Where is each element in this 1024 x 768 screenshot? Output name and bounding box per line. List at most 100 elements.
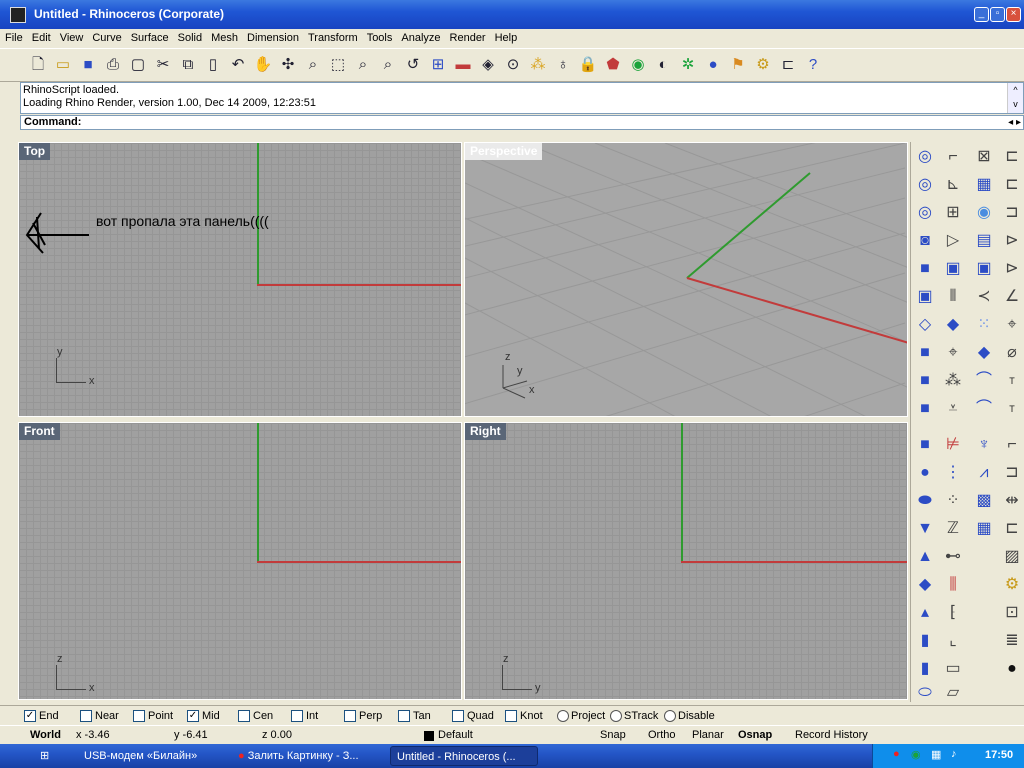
checkbox[interactable] bbox=[398, 710, 410, 723]
checkbox[interactable] bbox=[452, 710, 464, 723]
select-icon[interactable]: ⊙ bbox=[502, 54, 524, 76]
task-opera[interactable]: ● Залить Картинку - З... bbox=[232, 746, 384, 766]
undo-icon[interactable]: ↶ bbox=[227, 54, 249, 76]
leader-icon[interactable]: ⌐ bbox=[1001, 434, 1023, 456]
array-icon[interactable]: ⋮ bbox=[942, 462, 964, 484]
revolve-icon[interactable]: ♆ bbox=[973, 434, 995, 456]
start-icon[interactable]: ⊞ bbox=[40, 749, 56, 763]
menu-mesh[interactable]: Mesh bbox=[206, 29, 242, 44]
arc2-icon[interactable]: ⌒ bbox=[973, 398, 995, 420]
points-icon[interactable]: ⁂ bbox=[527, 54, 549, 76]
layout-icon[interactable]: ⊏ bbox=[777, 54, 799, 76]
sphere-tool-icon[interactable]: ◎ bbox=[914, 146, 936, 168]
cube-icon[interactable]: ■ bbox=[914, 258, 936, 280]
viewport-title-front[interactable]: Front bbox=[19, 423, 60, 440]
menu-file[interactable]: File bbox=[0, 29, 27, 44]
maximize-button[interactable]: ▫ bbox=[990, 7, 1005, 22]
task-rhino[interactable]: Untitled - Rhinoceros (... bbox=[390, 746, 538, 766]
boolean-diff-icon[interactable]: ◎ bbox=[914, 202, 936, 224]
osnap-point[interactable]: Point bbox=[133, 710, 173, 724]
status-layer[interactable]: Default bbox=[438, 729, 473, 741]
shell-icon[interactable]: ▣ bbox=[973, 258, 995, 280]
cut-icon[interactable]: ✂ bbox=[152, 54, 174, 76]
curve-network-icon[interactable]: ≺ bbox=[973, 286, 995, 308]
text-icon[interactable]: T bbox=[1001, 370, 1023, 392]
save-icon[interactable]: ■ bbox=[77, 54, 99, 76]
extrude-icon[interactable]: ▣ bbox=[914, 286, 936, 308]
render-shaded-icon[interactable]: ◈ bbox=[477, 54, 499, 76]
flag-icon[interactable]: ⚑ bbox=[727, 54, 749, 76]
sweep-icon[interactable]: ⁙ bbox=[973, 314, 995, 336]
menu-edit[interactable]: Edit bbox=[27, 29, 55, 44]
osnap-disable[interactable]: Disable bbox=[664, 710, 715, 724]
bracket2-icon[interactable]: ⊏ bbox=[1001, 174, 1023, 196]
checkbox[interactable] bbox=[291, 710, 303, 723]
cube-outline-icon[interactable]: ⊡ bbox=[1001, 602, 1023, 624]
car-icon[interactable]: ▬ bbox=[452, 54, 474, 76]
tray-icon[interactable]: ▦ bbox=[931, 748, 941, 761]
circle-icon[interactable]: ◐ bbox=[652, 54, 674, 76]
sphere-solid-icon[interactable]: ● bbox=[914, 462, 936, 484]
menu-render[interactable]: Render bbox=[445, 29, 490, 44]
checkbox[interactable] bbox=[80, 710, 92, 723]
osnap-perp[interactable]: Perp bbox=[344, 710, 382, 724]
menu-curve[interactable]: Curve bbox=[87, 29, 125, 44]
solid-fill-icon[interactable]: ▣ bbox=[942, 258, 964, 280]
status-planar[interactable]: Planar bbox=[692, 729, 724, 741]
history-scrollbar[interactable]: ^ v bbox=[1007, 83, 1023, 113]
pyramid-icon[interactable]: ◆ bbox=[914, 574, 936, 596]
sphere-icon[interactable]: ● bbox=[702, 54, 724, 76]
checkbox[interactable] bbox=[133, 710, 145, 723]
viewport-front[interactable]: Front z x bbox=[18, 422, 462, 700]
properties-icon[interactable]: ▢ bbox=[127, 54, 149, 76]
osnap-near[interactable]: Near bbox=[80, 710, 119, 724]
torus-icon[interactable]: ⬭ bbox=[914, 682, 936, 704]
viewport-right[interactable]: Right z y bbox=[464, 422, 908, 700]
menu-tools[interactable]: Tools bbox=[362, 29, 397, 44]
checkbox[interactable]: ✓ bbox=[24, 710, 36, 723]
surface-icon[interactable]: ▦ bbox=[973, 174, 995, 196]
diamond-icon[interactable]: ◆ bbox=[942, 314, 964, 336]
viewport-perspective[interactable]: Perspective z y x bbox=[464, 142, 908, 417]
curve-tool-icon[interactable]: ⌐ bbox=[942, 146, 964, 168]
zoom-selected-icon[interactable]: ⌕ bbox=[377, 54, 399, 76]
status-world[interactable]: World bbox=[30, 729, 61, 741]
opera-tray-icon[interactable]: ● bbox=[893, 748, 900, 760]
layers-icon[interactable]: ◇ bbox=[914, 314, 936, 336]
paste-icon[interactable]: ▯ bbox=[202, 54, 224, 76]
settings-gear-icon[interactable]: ⚙ bbox=[752, 54, 774, 76]
layout2-icon[interactable]: ⊏ bbox=[1001, 146, 1023, 168]
status-osnap[interactable]: Osnap bbox=[738, 729, 772, 741]
hatch-icon[interactable]: ▨ bbox=[1001, 546, 1023, 568]
radius-icon[interactable]: ⌖ bbox=[1001, 314, 1023, 336]
copy-icon[interactable]: ⧉ bbox=[177, 54, 199, 76]
checkbox[interactable] bbox=[238, 710, 250, 723]
osnap-int[interactable]: Int bbox=[291, 710, 318, 724]
scatter-icon[interactable]: ⁘ bbox=[942, 490, 964, 512]
boolean-union-icon[interactable]: ◎ bbox=[914, 174, 936, 196]
orient-icon[interactable]: ⫼ bbox=[942, 574, 964, 596]
angle-icon[interactable]: ⊳ bbox=[1001, 230, 1023, 252]
gumball-icon[interactable]: ⩡ bbox=[942, 398, 964, 420]
osnap-knot[interactable]: Knot bbox=[505, 710, 543, 724]
print-icon[interactable]: ⎙ bbox=[102, 54, 124, 76]
osnap-project[interactable]: Project bbox=[557, 710, 605, 724]
scale-icon[interactable]: ℤ bbox=[942, 518, 964, 540]
command-line[interactable]: Command: ◂ ▸ bbox=[20, 115, 1024, 130]
shield-icon[interactable]: ⬟ bbox=[602, 54, 624, 76]
mirror-icon[interactable]: ⫴ bbox=[942, 286, 964, 308]
leader2-icon[interactable]: ⊐ bbox=[1001, 462, 1023, 484]
blend-icon[interactable]: ⌞ bbox=[942, 630, 964, 652]
osnap-quad[interactable]: Quad bbox=[452, 710, 494, 724]
osnap-strack[interactable]: STrack bbox=[610, 710, 658, 724]
pipe-icon[interactable]: ⊷ bbox=[942, 546, 964, 568]
box-icon[interactable]: ■ bbox=[914, 342, 936, 364]
checkbox[interactable] bbox=[505, 710, 517, 723]
help-icon[interactable]: ? bbox=[802, 54, 824, 76]
fill-icon[interactable]: ▩ bbox=[973, 490, 995, 512]
ordinate-icon[interactable]: ⊏ bbox=[1001, 518, 1023, 540]
radio[interactable] bbox=[557, 710, 569, 723]
menu-dimension[interactable]: Dimension bbox=[242, 29, 303, 44]
viewport-title-right[interactable]: Right bbox=[465, 423, 506, 440]
dimension-icon[interactable]: ⊾ bbox=[942, 174, 964, 196]
